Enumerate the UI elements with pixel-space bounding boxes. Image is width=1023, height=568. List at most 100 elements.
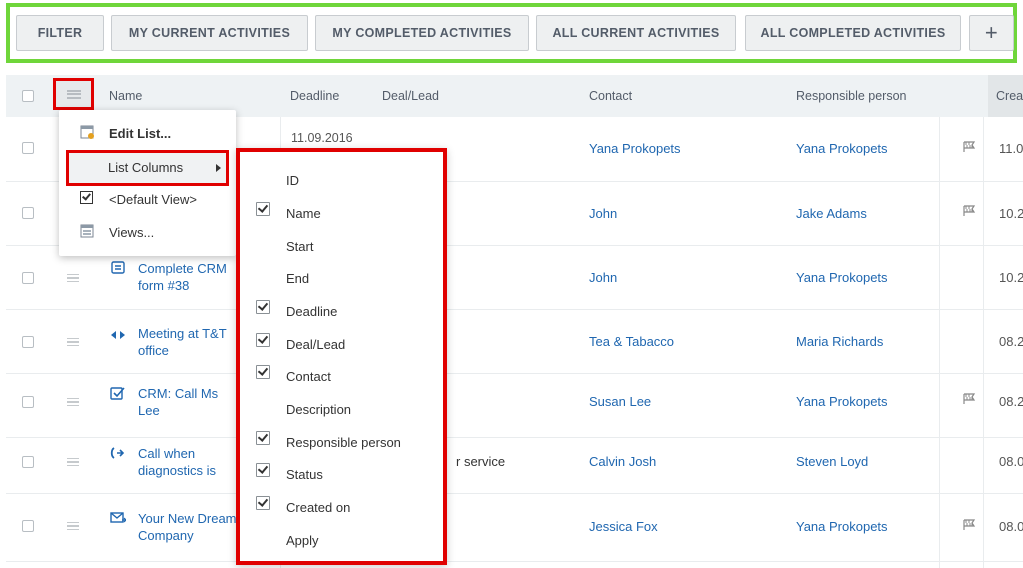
column-option-responsible-person[interactable]: Responsible person	[240, 427, 443, 459]
column-option-deadline[interactable]: Deadline	[240, 296, 443, 328]
form-icon	[111, 261, 125, 277]
created-cell: 08.2	[999, 394, 1023, 409]
column-option-label: Status	[286, 467, 323, 482]
table-row[interactable]: Your New Dream Company Jessica Fox Yana P…	[6, 494, 1023, 562]
column-responsible-person[interactable]: Responsible person	[796, 75, 907, 117]
responsible-link[interactable]: Jake Adams	[796, 206, 867, 221]
table-row[interactable]: Meeting at T&T office Tea & Tabacco Maria…	[6, 310, 1023, 374]
flag-icon[interactable]	[962, 141, 976, 156]
contact-link[interactable]: Yana Prokopets	[589, 141, 681, 156]
menu-item-views[interactable]: Views...	[59, 219, 236, 247]
add-filter-button[interactable]: +	[969, 15, 1014, 51]
call-icon	[110, 446, 125, 463]
task-icon	[110, 386, 125, 403]
checkbox-checked-icon[interactable]	[256, 333, 270, 347]
table-row[interactable]: Call when diagnostics is r service Calvin…	[6, 438, 1023, 494]
column-option-label: Start	[286, 239, 314, 254]
contact-link[interactable]: Tea & Tabacco	[589, 334, 674, 349]
column-option-label: Deadline	[286, 304, 338, 319]
checkbox-checked-icon[interactable]	[256, 496, 270, 510]
checkbox-checked-icon[interactable]	[256, 463, 270, 477]
column-option-name[interactable]: Name	[240, 198, 443, 230]
responsible-link[interactable]: Steven Loyd	[796, 454, 868, 469]
menu-item-edit-list[interactable]: Edit List...	[59, 120, 236, 148]
row-checkbox[interactable]	[22, 142, 34, 154]
row-checkbox[interactable]	[22, 396, 34, 408]
column-option-status[interactable]: Status	[240, 459, 443, 491]
column-option-label: End	[286, 271, 310, 286]
submenu-arrow-icon	[216, 164, 221, 172]
row-menu-icon[interactable]	[67, 522, 79, 530]
created-cell: 08.0	[999, 454, 1023, 469]
row-checkbox[interactable]	[22, 520, 34, 532]
filter-button[interactable]: FILTER	[16, 15, 104, 51]
menu-item-label: List Columns	[108, 160, 184, 175]
responsible-link[interactable]: Yana Prokopets	[796, 270, 888, 285]
column-contact[interactable]: Contact	[589, 75, 632, 117]
list-settings-icon	[66, 89, 81, 99]
column-option-start[interactable]: Start	[240, 231, 443, 263]
row-checkbox[interactable]	[22, 207, 34, 219]
menu-item-label: Views...	[109, 225, 155, 240]
list-columns-submenu: ID Name Start End Deadline Deal/Lead Con…	[236, 148, 447, 565]
contact-link[interactable]: Calvin Josh	[589, 454, 656, 469]
created-cell: 10.2	[999, 270, 1023, 285]
meeting-icon	[110, 328, 126, 343]
column-option-end[interactable]: End	[240, 263, 443, 295]
select-all-checkbox[interactable]	[22, 90, 34, 102]
created-cell: 08.0	[999, 519, 1023, 534]
deal-lead-cell[interactable]: r service	[456, 454, 505, 469]
contact-link[interactable]: John	[589, 270, 617, 285]
responsible-link[interactable]: Yana Prokopets	[796, 141, 888, 156]
checkbox-checked-icon[interactable]	[256, 300, 270, 314]
menu-item-label: <Default View>	[109, 192, 197, 207]
responsible-link[interactable]: Yana Prokopets	[796, 394, 888, 409]
responsible-link[interactable]: Yana Prokopets	[796, 519, 888, 534]
column-deadline[interactable]: Deadline	[290, 75, 339, 117]
filter-toolbar: FILTER MY CURRENT ACTIVITIES MY COMPLETE…	[6, 3, 1017, 63]
checkbox-checked-icon[interactable]	[256, 202, 270, 216]
created-cell: 10.2	[999, 206, 1023, 221]
flag-icon[interactable]	[962, 519, 976, 534]
row-menu-icon[interactable]	[67, 338, 79, 346]
row-menu-icon[interactable]	[67, 274, 79, 282]
flag-icon[interactable]	[962, 205, 976, 220]
activity-name-link[interactable]: Call when diagnostics is	[138, 445, 216, 479]
column-option-contact[interactable]: Contact	[240, 361, 443, 393]
row-menu-icon[interactable]	[67, 458, 79, 466]
checkbox-checked-icon[interactable]	[256, 431, 270, 445]
row-checkbox[interactable]	[22, 456, 34, 468]
activity-name-link[interactable]: Meeting at T&T office	[138, 325, 227, 359]
list-settings-button[interactable]	[53, 78, 94, 110]
contact-link[interactable]: Jessica Fox	[589, 519, 658, 534]
contact-link[interactable]: John	[589, 206, 617, 221]
column-option-label: Name	[286, 206, 321, 221]
activity-name-link[interactable]: Your New Dream Company	[138, 510, 237, 544]
row-menu-icon[interactable]	[67, 398, 79, 406]
responsible-link[interactable]: Maria Richards	[796, 334, 883, 349]
column-option-created-on[interactable]: Created on	[240, 492, 443, 524]
contact-link[interactable]: Susan Lee	[589, 394, 651, 409]
column-option-id[interactable]: ID	[240, 165, 443, 197]
views-icon	[80, 224, 95, 239]
my-completed-activities-button[interactable]: MY COMPLETED ACTIVITIES	[315, 15, 529, 51]
all-current-activities-button[interactable]: ALL CURRENT ACTIVITIES	[536, 15, 736, 51]
table-row[interactable]: CRM: Call Ms Lee Susan Lee Yana Prokopets…	[6, 374, 1023, 438]
column-option-deal-lead[interactable]: Deal/Lead	[240, 329, 443, 361]
menu-item-default-view[interactable]: <Default View>	[59, 186, 236, 214]
activity-name-link[interactable]: Complete CRM form #38	[138, 260, 227, 294]
column-deal-lead[interactable]: Deal/Lead	[382, 75, 439, 117]
column-option-description[interactable]: Description	[240, 394, 443, 426]
row-checkbox[interactable]	[22, 336, 34, 348]
flag-icon[interactable]	[962, 393, 976, 408]
column-created-on[interactable]: Crea	[988, 75, 1023, 117]
column-option-label: Deal/Lead	[286, 337, 346, 352]
row-checkbox[interactable]	[22, 272, 34, 284]
deadline-cell: 11.09.2016	[291, 131, 353, 145]
activity-name-link[interactable]: CRM: Call Ms Lee	[138, 385, 218, 419]
checkbox-checked-icon[interactable]	[256, 365, 270, 379]
menu-item-list-columns[interactable]: List Columns	[66, 150, 229, 186]
my-current-activities-button[interactable]: MY CURRENT ACTIVITIES	[111, 15, 308, 51]
apply-button[interactable]: Apply	[240, 525, 443, 557]
all-completed-activities-button[interactable]: ALL COMPLETED ACTIVITIES	[745, 15, 961, 51]
